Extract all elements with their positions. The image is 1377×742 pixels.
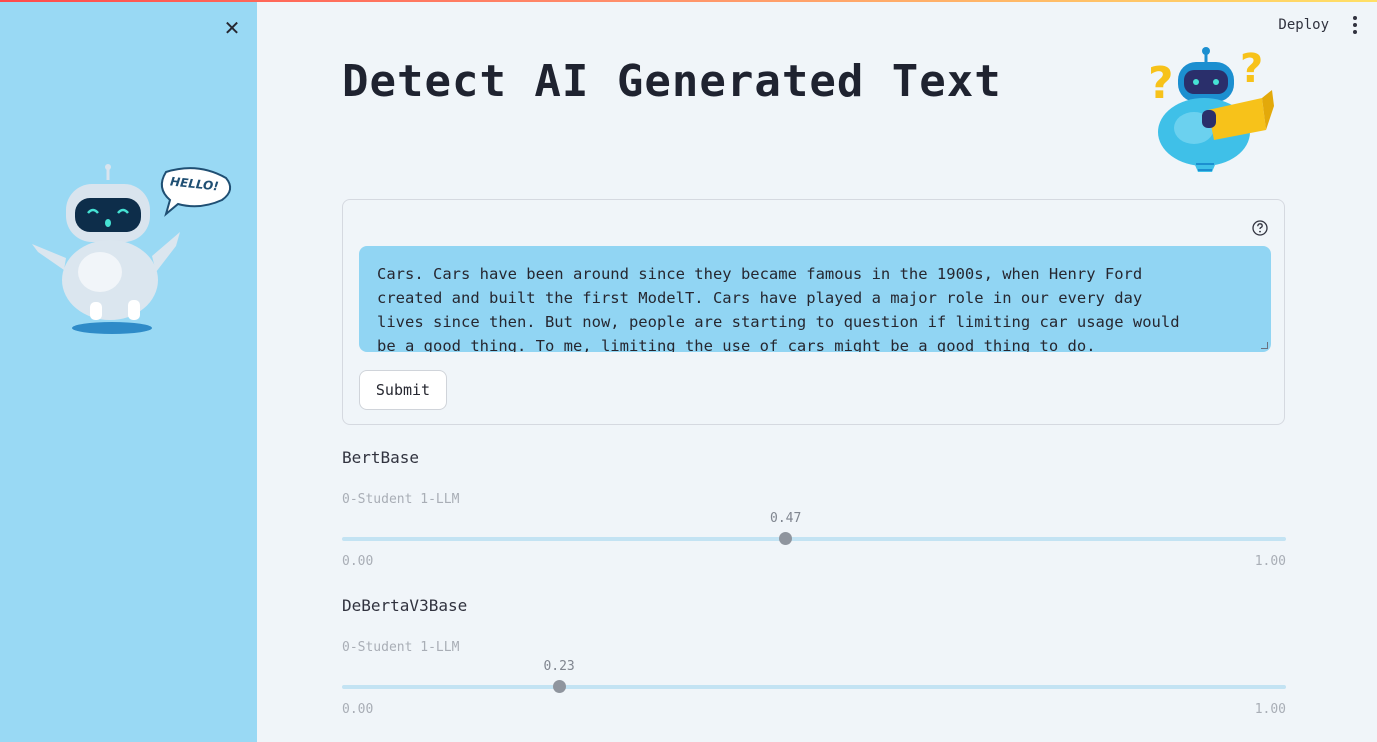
app-toolbar: Deploy — [1278, 12, 1363, 38]
slider-max-label: 1.00 — [1254, 554, 1286, 569]
slider-value: 0.23 — [543, 659, 575, 674]
slider-thumb[interactable] — [779, 532, 793, 545]
slider-min-label: 0.00 — [342, 554, 374, 569]
slider-caption: 0-Student 1-LLM — [342, 492, 460, 507]
svg-text:?: ? — [1240, 46, 1263, 92]
slider-max-label: 1.00 — [1254, 702, 1286, 717]
header-decoration-line — [0, 0, 1377, 2]
robot-reading-illustration: ? ? — [1148, 46, 1274, 172]
submit-button[interactable]: Submit — [359, 370, 447, 410]
essay-text-area[interactable]: Cars. Cars have been around since they b… — [359, 246, 1271, 352]
slider-label: DeBertaV3Base — [342, 596, 468, 615]
slider-label: BertBase — [342, 448, 420, 467]
text-input-form: Cars. Cars have been around since they b… — [342, 199, 1285, 425]
main-content: Detect AI Generated Text ? ? Cars. Cars … — [342, 0, 1287, 742]
slider-track[interactable]: 0.47 — [342, 511, 1286, 545]
sidebar: ✕ HELLO! — [0, 0, 257, 742]
slider-value: 0.47 — [770, 511, 802, 526]
slider-thumb[interactable] — [552, 680, 566, 693]
slider-min-label: 0.00 — [342, 702, 374, 717]
page-title: Detect AI Generated Text — [342, 56, 1002, 107]
question-circle-icon[interactable] — [1252, 220, 1268, 236]
resize-handle[interactable] — [1261, 342, 1268, 349]
slider-caption: 0-Student 1-LLM — [342, 640, 460, 655]
slider-track[interactable]: 0.23 — [342, 659, 1286, 693]
kebab-menu-icon[interactable] — [1347, 14, 1363, 36]
svg-text:?: ? — [1148, 58, 1174, 109]
close-icon[interactable]: ✕ — [220, 16, 244, 40]
